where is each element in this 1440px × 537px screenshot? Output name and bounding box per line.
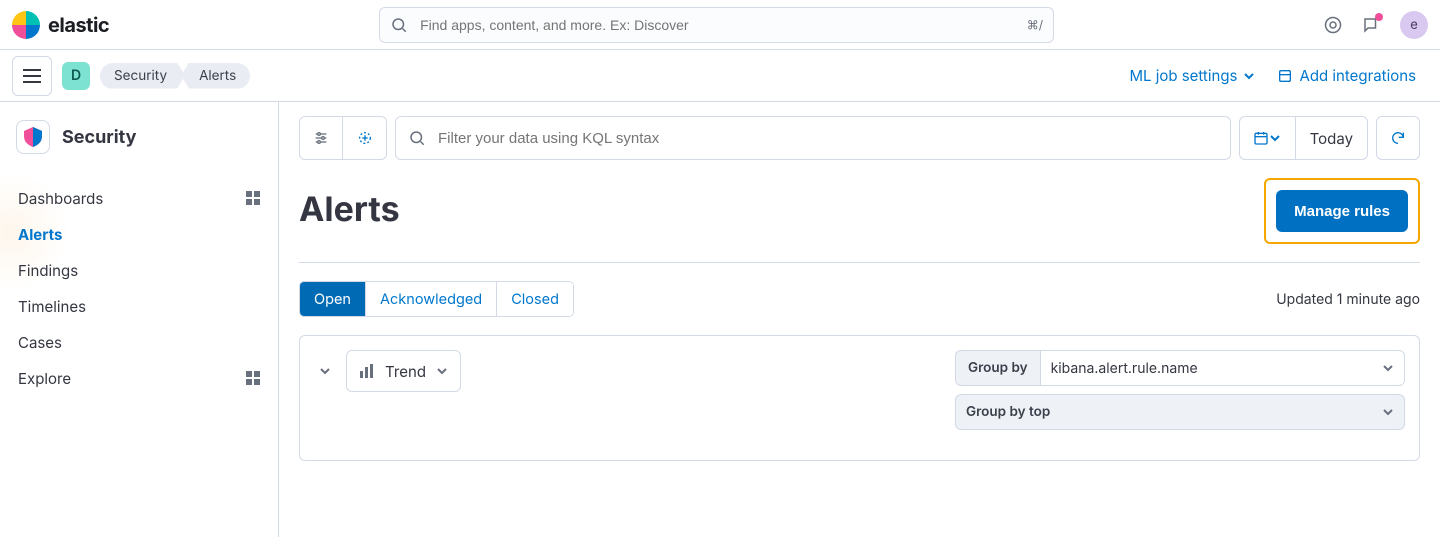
panel-collapse-toggle[interactable] [314, 360, 336, 382]
brand-logo[interactable]: elastic [12, 11, 109, 39]
plus-circle-icon [357, 130, 373, 146]
grid-icon [246, 191, 260, 205]
sidebar-item-cases[interactable]: Cases [16, 324, 262, 360]
sidebar-item-findings[interactable]: Findings [16, 252, 262, 288]
global-search-input[interactable] [418, 16, 1017, 34]
refresh-icon [1390, 130, 1406, 146]
elastic-logo-icon [12, 11, 40, 39]
filter-toggle-button[interactable] [299, 116, 343, 160]
nav-toggle-button[interactable] [12, 56, 52, 96]
newsfeed-icon[interactable] [1362, 16, 1380, 34]
sidebar-item-explore[interactable]: Explore [16, 360, 262, 396]
bar-chart-icon [359, 363, 375, 379]
chevron-down-icon [1269, 132, 1281, 144]
security-app-icon [16, 120, 50, 154]
package-icon [1277, 68, 1293, 84]
user-avatar[interactable]: e [1400, 11, 1428, 39]
space-selector[interactable]: D [62, 62, 90, 90]
chevron-down-icon [1382, 362, 1394, 374]
notification-dot [1375, 13, 1383, 21]
brand-name: elastic [48, 13, 109, 37]
filter-icon [313, 130, 329, 146]
tab-acknowledged[interactable]: Acknowledged [365, 282, 496, 316]
alert-status-tabs: Open Acknowledged Closed [299, 281, 574, 317]
tab-open[interactable]: Open [300, 282, 365, 316]
kql-filter[interactable] [395, 116, 1231, 160]
chevron-down-icon [1243, 70, 1255, 82]
breadcrumbs: Security Alerts [100, 63, 250, 89]
page-title: Alerts [299, 189, 400, 230]
manage-rules-button[interactable]: Manage rules [1276, 190, 1408, 232]
chevron-down-icon [319, 365, 331, 377]
main-content: Today Alerts Manage rules Open Acknowled… [279, 102, 1440, 537]
ml-job-settings-button[interactable]: ML job settings [1129, 66, 1255, 85]
search-icon [408, 129, 426, 147]
date-range-label[interactable]: Today [1295, 116, 1368, 160]
tab-closed[interactable]: Closed [496, 282, 573, 316]
chart-type-select[interactable]: Trend [346, 350, 461, 392]
hamburger-icon [23, 69, 41, 83]
global-search[interactable]: ⌘/ [379, 7, 1054, 43]
divider [299, 262, 1420, 263]
refresh-button[interactable] [1376, 116, 1420, 160]
query-toolbar: Today [299, 116, 1420, 160]
sidebar-item-alerts[interactable]: Alerts [16, 216, 262, 252]
group-by-value: kibana.alert.rule.name [1051, 360, 1198, 377]
date-picker[interactable]: Today [1239, 116, 1368, 160]
group-by-select[interactable]: Group by kibana.alert.rule.name [955, 350, 1405, 386]
sidebar-item-dashboards[interactable]: Dashboards [16, 180, 262, 216]
sidebar-title: Security [16, 120, 262, 154]
group-by-top-select[interactable]: Group by top [955, 394, 1405, 430]
global-header: elastic ⌘/ e [0, 0, 1440, 50]
chevron-down-icon [1382, 406, 1394, 418]
add-integrations-button[interactable]: Add integrations [1277, 66, 1416, 85]
breadcrumb-item[interactable]: Security [100, 63, 185, 89]
sidebar: Security Dashboards Alerts Findings Time… [0, 102, 279, 537]
group-by-label: Group by [955, 350, 1040, 386]
app-header: D Security Alerts ML job settings Add in… [0, 50, 1440, 102]
breadcrumb-item[interactable]: Alerts [181, 63, 250, 89]
chart-panel: Trend Group by kibana.alert.rule.name Gr… [299, 335, 1420, 461]
grid-icon [246, 371, 260, 385]
calendar-icon [1253, 130, 1269, 146]
date-quick-select[interactable] [1239, 116, 1295, 160]
add-filter-button[interactable] [343, 116, 387, 160]
manage-rules-highlight: Manage rules [1264, 178, 1420, 244]
search-shortcut: ⌘/ [1027, 17, 1043, 32]
chevron-down-icon [436, 365, 448, 377]
search-icon [390, 16, 408, 34]
help-icon[interactable] [1324, 16, 1342, 34]
sidebar-item-timelines[interactable]: Timelines [16, 288, 262, 324]
last-updated: Updated 1 minute ago [1276, 291, 1420, 308]
kql-input[interactable] [436, 129, 1218, 148]
